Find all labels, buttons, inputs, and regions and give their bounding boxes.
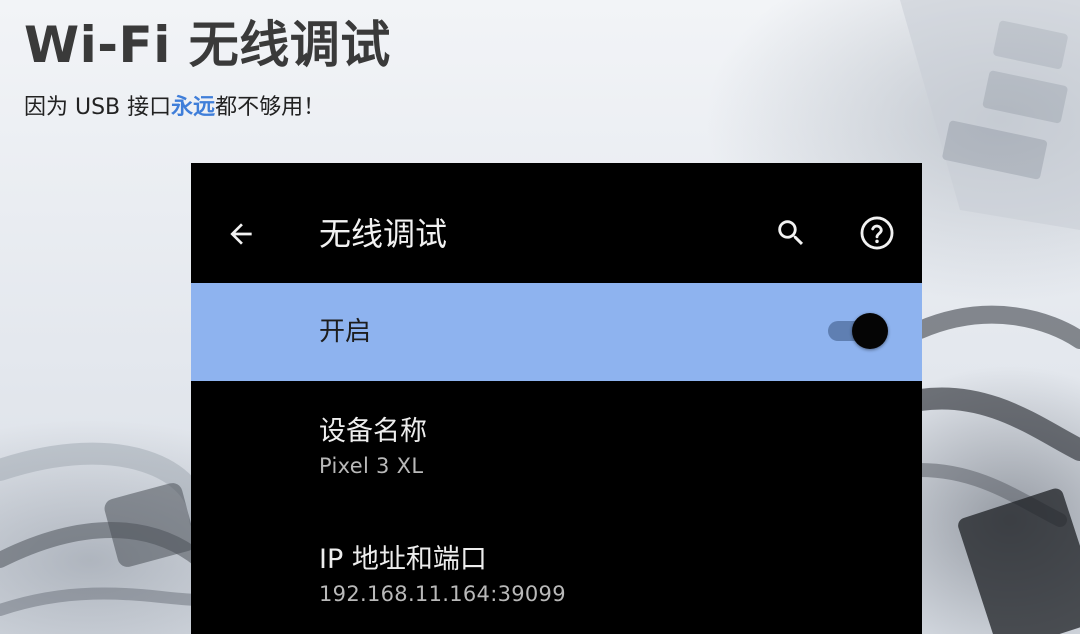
switch-thumb (852, 313, 888, 349)
app-bar: 无线调试 (191, 163, 922, 282)
help-button[interactable] (855, 211, 899, 255)
device-name-title: 设备名称 (319, 416, 427, 447)
search-button[interactable] (769, 211, 813, 255)
wireless-debugging-screen: 无线调试 开启 设备名称 Pixel 3 XL IP 地址和端口 192.168… (191, 163, 922, 634)
search-icon (778, 220, 804, 246)
ip-port-title: IP 地址和端口 (319, 544, 487, 575)
enable-wireless-debugging-row[interactable]: 开启 (191, 283, 922, 381)
device-name-value: Pixel 3 XL (319, 454, 424, 478)
ip-port-row[interactable]: IP 地址和端口 192.168.11.164:39099 (191, 509, 922, 634)
subtitle-highlight: 永远 (171, 95, 216, 120)
help-circle-icon (860, 216, 894, 250)
page-headline: Wi-Fi 无线调试 (24, 16, 391, 74)
arrow-back-icon (230, 223, 252, 245)
toggle-label: 开启 (319, 317, 372, 347)
wireless-debugging-switch[interactable] (828, 313, 888, 349)
page-subtitle: 因为 USB 接口永远都不够用！ (24, 90, 325, 126)
app-bar-title: 无线调试 (319, 215, 448, 253)
ip-port-value: 192.168.11.164:39099 (319, 582, 566, 606)
device-name-row[interactable]: 设备名称 Pixel 3 XL (191, 381, 922, 509)
subtitle-text-before: 因为 USB 接口 (24, 95, 172, 120)
back-button[interactable] (219, 212, 263, 256)
subtitle-text-after: 都不够用！ (215, 95, 326, 120)
